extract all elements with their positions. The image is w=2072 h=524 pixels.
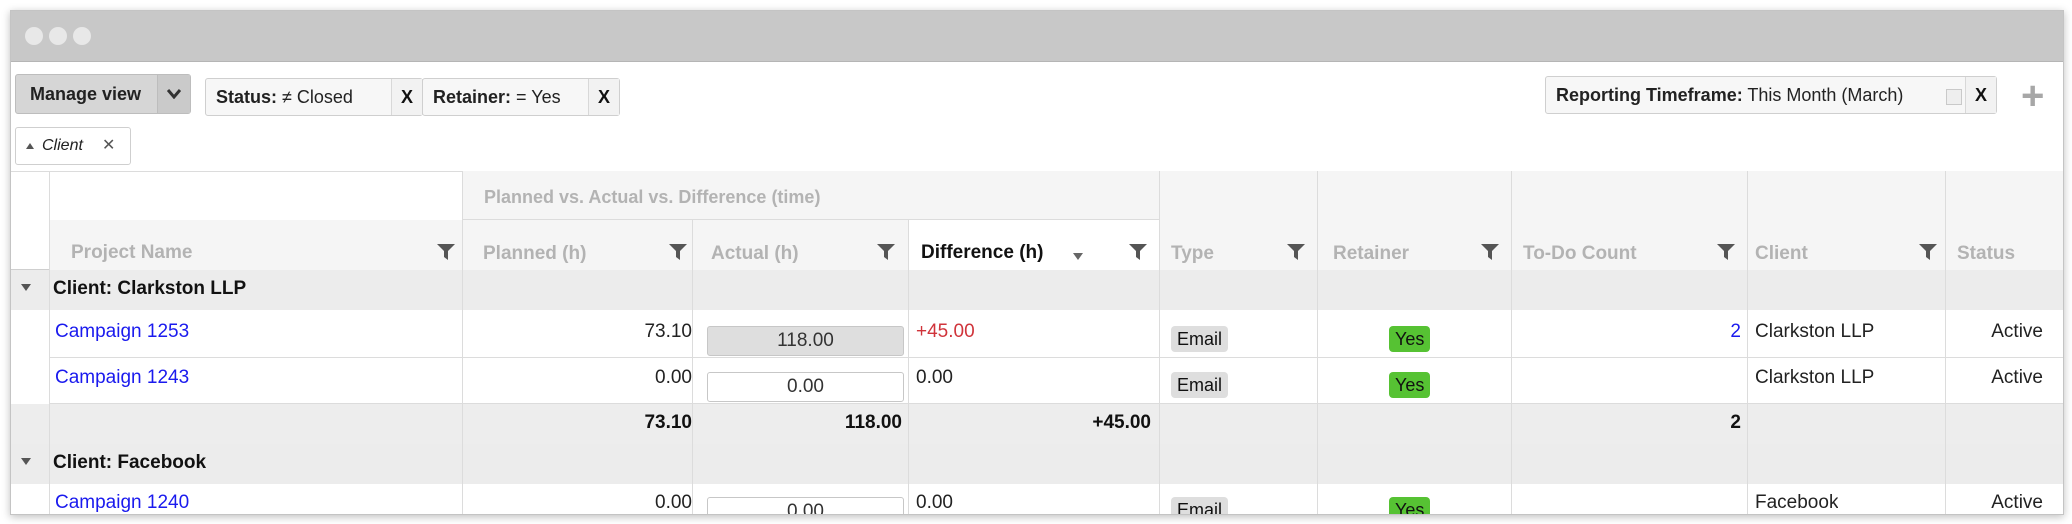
zoom-window-button[interactable] [73, 27, 91, 45]
retainer-badge: Yes [1389, 372, 1431, 398]
group-label: Client: Clarkston LLP [53, 278, 247, 299]
group-row[interactable]: Client: Facebook [11, 444, 2063, 484]
close-icon[interactable]: ✕ [102, 128, 115, 164]
calendar-icon[interactable] [1946, 89, 1962, 105]
client-value: Clarkston LLP [1755, 321, 1875, 342]
column-filter-icon[interactable] [877, 244, 895, 260]
column-filter-icon[interactable] [1129, 244, 1147, 260]
column-divider [462, 171, 463, 514]
column-header-type[interactable]: Type [1171, 243, 1214, 265]
difference-value: 0.00 [916, 367, 953, 388]
column-filter-icon[interactable] [1481, 244, 1499, 260]
remove-filter-button[interactable]: X [391, 79, 422, 115]
filter-chip-status[interactable]: Status: ≠ Closed X [205, 78, 423, 116]
column-group-title: Planned vs. Actual vs. Difference (time) [484, 187, 821, 207]
actual-total: 118.00 [844, 412, 902, 433]
status-value: Active [1991, 367, 2043, 388]
column-header-retainer[interactable]: Retainer [1333, 243, 1409, 265]
column-group-header: Planned vs. Actual vs. Difference (time) [462, 171, 1159, 220]
client-value: Clarkston LLP [1755, 367, 1875, 388]
actual-input[interactable]: 0.00 [707, 497, 904, 514]
actual-input[interactable]: 118.00 [707, 326, 904, 356]
row-divider [49, 357, 2063, 358]
row-divider [49, 403, 2063, 404]
difference-value: 0.00 [916, 492, 953, 513]
column-header-difference[interactable]: Difference (h) [921, 242, 1043, 264]
column-header-status[interactable]: Status [1957, 243, 2015, 265]
planned-value: 0.00 [655, 492, 692, 513]
column-divider [1945, 171, 1946, 514]
plus-icon[interactable]: + [2021, 76, 2044, 116]
client-value: Facebook [1755, 492, 1839, 513]
remove-filter-button[interactable]: X [588, 79, 619, 115]
column-header-todo-count[interactable]: To-Do Count [1523, 243, 1637, 265]
column-divider [692, 220, 693, 514]
manage-view-button[interactable]: Manage view [15, 74, 191, 114]
filter-chip-retainer[interactable]: Retainer: = Yes X [422, 78, 620, 116]
retainer-badge: Yes [1389, 497, 1431, 514]
group-by-chip[interactable]: Client ✕ [15, 127, 131, 165]
filter-key: Retainer: [433, 87, 512, 107]
difference-value: +45.00 [916, 321, 975, 342]
data-grid: Planned vs. Actual vs. Difference (time)… [11, 171, 2063, 514]
difference-total: +45.00 [1092, 412, 1151, 433]
column-filter-icon[interactable] [1919, 244, 1937, 260]
todo-count-link[interactable]: 2 [1511, 320, 1741, 344]
column-divider [1747, 171, 1748, 514]
group-summary-row: 73.10 118.00 +45.00 2 [11, 404, 2063, 444]
manage-view-label: Manage view [30, 84, 142, 104]
filter-key: Reporting Timeframe: [1556, 85, 1743, 105]
minimize-window-button[interactable] [49, 27, 67, 45]
column-filter-icon[interactable] [1287, 244, 1305, 260]
collapse-group-icon[interactable] [21, 458, 31, 465]
project-link[interactable]: Campaign 1253 [55, 320, 189, 344]
planned-value: 73.10 [644, 321, 692, 342]
column-filter-icon[interactable] [1717, 244, 1735, 260]
group-row[interactable]: Client: Clarkston LLP [11, 270, 2063, 310]
close-window-button[interactable] [25, 27, 43, 45]
column-header-client[interactable]: Client [1755, 243, 1808, 265]
column-divider [1317, 171, 1318, 514]
sort-descending-icon[interactable] [1073, 253, 1083, 260]
status-value: Active [1991, 321, 2043, 342]
planned-total: 73.10 [644, 412, 692, 433]
remove-filter-button[interactable]: X [1965, 77, 1996, 113]
project-link[interactable]: Campaign 1240 [55, 491, 189, 514]
filter-bar: Manage view Status: ≠ Closed X Retainer:… [11, 62, 2063, 132]
filter-value: ≠ Closed [282, 87, 353, 107]
retainer-badge: Yes [1389, 326, 1431, 352]
planned-value: 0.00 [655, 367, 692, 388]
chevron-down-icon[interactable] [157, 75, 190, 113]
filter-value: = Yes [516, 87, 561, 107]
type-badge: Email [1171, 326, 1229, 352]
type-badge: Email [1171, 372, 1229, 398]
app-window: Manage view Status: ≠ Closed X Retainer:… [10, 10, 2064, 515]
project-link[interactable]: Campaign 1243 [55, 366, 189, 390]
column-header-actual[interactable]: Actual (h) [711, 243, 799, 265]
type-badge: Email [1171, 497, 1229, 514]
status-value: Active [1991, 492, 2043, 513]
column-filter-icon[interactable] [437, 244, 455, 260]
group-label: Client: Facebook [53, 452, 207, 473]
column-divider [1511, 171, 1512, 514]
actual-input[interactable]: 0.00 [707, 372, 904, 402]
sort-up-icon [26, 143, 34, 149]
filter-key: Status: [216, 87, 278, 107]
todo-total: 2 [1730, 412, 1741, 433]
filter-chip-reporting-timeframe[interactable]: Reporting Timeframe: This Month (March) … [1545, 76, 1997, 114]
column-filter-icon[interactable] [669, 244, 687, 260]
title-bar [11, 11, 2063, 62]
column-divider [1159, 171, 1160, 514]
group-by-label: Client [42, 137, 83, 154]
column-header-project-name[interactable]: Project Name [71, 242, 192, 264]
filter-value: This Month (March) [1747, 85, 1904, 105]
column-divider [908, 220, 909, 514]
collapse-group-icon[interactable] [21, 284, 31, 291]
column-divider [49, 171, 50, 514]
column-header-planned[interactable]: Planned (h) [483, 243, 586, 265]
